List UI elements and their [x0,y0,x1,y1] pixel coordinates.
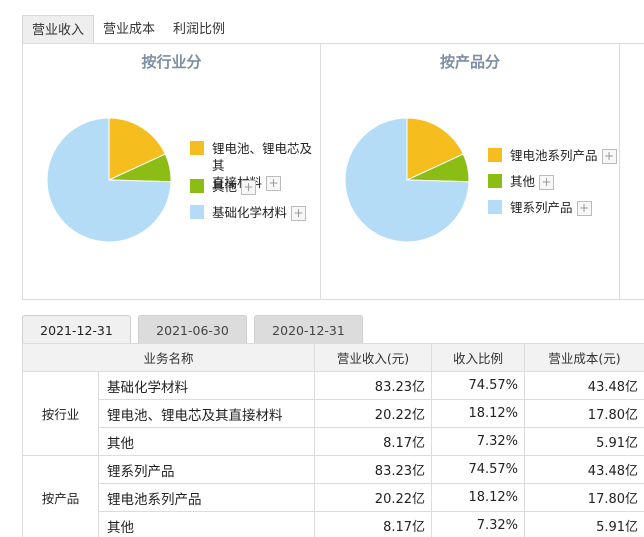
chart-title: 按产品分 [439,53,500,71]
row-cost: 43.48亿 [524,455,644,484]
legend-item: 锂系列产品 + [488,199,592,216]
legend-swatch [488,174,502,188]
row-revenue: 20.22亿 [314,399,433,428]
legend-item: 锂电池系列产品 + [488,147,617,164]
row-ratio: 18.12% [431,483,526,512]
legend-label: 锂系列产品 + [510,199,592,216]
pie-chart-industry [46,117,172,243]
legend-product: 锂电池系列产品 + 其他 + 锂系列产品 + [488,147,618,237]
legend-label-line: 锂系列产品 [510,200,573,215]
legend-swatch [190,141,204,155]
date-tab-2020-12-31[interactable]: 2020-12-31 [254,315,363,345]
legend-swatch [488,148,502,162]
legend-label-line: 其他 [510,174,536,189]
chart-panel: 按行业分 锂电池、锂电芯及其 直接材料 + 其他 + 基础化学材料 + 按产品分 锂电池系列… [22,43,644,300]
tab-profit-ratio[interactable]: 利润比例 [164,15,234,44]
row-cost: 5.91亿 [524,427,644,456]
chart-by-industry: 按行业分 锂电池、锂电芯及其 直接材料 + 其他 + 基础化学材料 + [23,44,321,299]
header-business-name: 业务名称 [21,343,316,372]
row-name: 锂电池、锂电芯及其直接材料 [97,399,316,428]
row-revenue: 8.17亿 [314,427,433,456]
row-revenue: 83.23亿 [314,455,433,484]
legend-label-line: 锂电池、锂电芯及其 [212,141,313,173]
expand-plus-icon[interactable]: + [291,206,307,221]
row-ratio: 7.32% [431,427,526,456]
table-row: 锂电池系列产品 20.22亿 18.12% 17.80亿 [23,483,644,512]
expand-plus-icon[interactable]: + [539,175,555,190]
legend-label: 其他 + [212,178,257,195]
row-ratio: 74.57% [431,371,526,400]
legend-swatch [190,205,204,219]
row-cost: 43.48亿 [524,371,644,400]
header-ratio: 收入比例 [431,343,526,372]
row-name: 基础化学材料 [97,371,316,400]
expand-plus-icon[interactable]: + [241,180,257,195]
date-tab-2021-06-30[interactable]: 2021-06-30 [138,315,247,345]
chart-title: 按行业分 [141,53,202,71]
table-header-row: 业务名称 营业收入(元) 收入比例 营业成本(元) [21,343,644,372]
legend-label: 锂电池系列产品 + [510,147,617,164]
table-row: 其他 8.17亿 7.32% 5.91亿 [23,511,644,537]
business-table: 业务名称 营业收入(元) 收入比例 营业成本(元) 按行业 基础化学材料 83.… [21,343,644,537]
row-cost: 17.80亿 [524,483,644,512]
row-cost: 5.91亿 [524,511,644,537]
group-label: 按产品 [22,455,99,537]
legend-label: 其他 + [510,173,555,190]
row-name: 其他 [97,511,316,537]
legend-item: 其他 + [190,178,257,195]
legend-item: 其他 + [488,173,555,190]
row-ratio: 7.32% [431,511,526,537]
table-row: 按行业 基础化学材料 83.23亿 74.57% 43.48亿 [22,371,644,456]
date-tab-2021-12-31[interactable]: 2021-12-31 [22,315,131,345]
row-ratio: 74.57% [431,455,526,484]
row-name: 其他 [97,427,316,456]
table-row: 按产品 锂系列产品 83.23亿 74.57% 43.48亿 [22,455,644,537]
table-row: 其他 8.17亿 7.32% 5.91亿 [23,427,644,456]
row-cost: 17.80亿 [524,399,644,428]
legend-item: 基础化学材料 + [190,204,307,221]
tab-revenue[interactable]: 营业收入 [22,15,95,45]
group-label: 按行业 [22,371,99,456]
row-name: 锂系列产品 [97,455,316,484]
legend-label-line: 基础化学材料 [212,205,288,220]
top-tab-bar: 营业收入 营业成本 利润比例 [22,15,234,45]
row-revenue: 8.17亿 [314,511,433,537]
row-name: 锂电池系列产品 [97,483,316,512]
legend-label-line: 其他 [212,179,238,194]
legend-swatch [190,179,204,193]
expand-plus-icon[interactable]: + [601,149,617,164]
expand-plus-icon[interactable]: + [266,176,282,191]
table-row: 锂电池、锂电芯及其直接材料 20.22亿 18.12% 17.80亿 [23,399,644,428]
legend-label: 基础化学材料 + [212,204,307,221]
header-cost: 营业成本(元) [524,343,644,372]
header-revenue: 营业收入(元) [314,343,433,372]
tab-cost[interactable]: 营业成本 [94,15,164,44]
legend-label-line: 锂电池系列产品 [510,148,598,163]
legend-swatch [488,200,502,214]
expand-plus-icon[interactable]: + [576,201,592,216]
row-revenue: 83.23亿 [314,371,433,400]
chart-by-product: 按产品分 锂电池系列产品 + 其他 + 锂系列产品 + [321,44,620,299]
row-ratio: 18.12% [431,399,526,428]
row-revenue: 20.22亿 [314,483,433,512]
legend-industry: 锂电池、锂电芯及其 直接材料 + 其他 + 基础化学材料 + [190,140,320,240]
pie-chart-product [344,117,470,243]
